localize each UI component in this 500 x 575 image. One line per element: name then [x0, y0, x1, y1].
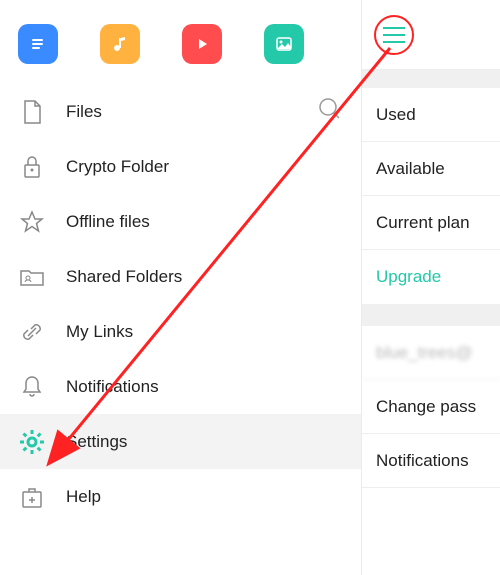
upgrade-row[interactable]: Upgrade [362, 250, 500, 304]
account-list: blue_trees@ Change pass Notifications [362, 326, 500, 488]
link-icon [18, 318, 46, 346]
used-row[interactable]: Used [362, 88, 500, 142]
menu-item-help[interactable]: Help [0, 469, 361, 524]
current-plan-row[interactable]: Current plan [362, 196, 500, 250]
sidebar: Files Crypto Folder Offline files [0, 0, 362, 575]
video-icon [192, 34, 212, 54]
documents-tile[interactable] [18, 24, 58, 64]
gear-icon [18, 428, 46, 456]
menu-item-files[interactable]: Files [0, 84, 361, 139]
menu-label: Shared Folders [66, 267, 182, 287]
menu-label: Notifications [66, 377, 159, 397]
star-icon [18, 208, 46, 236]
section-divider [362, 70, 500, 88]
shared-folder-icon [18, 263, 46, 291]
image-icon [274, 34, 294, 54]
document-icon [28, 34, 48, 54]
search-icon[interactable] [317, 96, 343, 127]
video-tile[interactable] [182, 24, 222, 64]
detail-header [362, 0, 500, 70]
menu-item-notifications[interactable]: Notifications [0, 359, 361, 414]
menu-label: Help [66, 487, 101, 507]
change-password-row[interactable]: Change pass [362, 380, 500, 434]
hamburger-menu-button[interactable] [374, 15, 414, 55]
menu-item-links[interactable]: My Links [0, 304, 361, 359]
category-icon-row [0, 0, 361, 84]
file-icon [18, 98, 46, 126]
bell-icon [18, 373, 46, 401]
account-email-row[interactable]: blue_trees@ [362, 326, 500, 380]
available-row[interactable]: Available [362, 142, 500, 196]
section-divider [362, 304, 500, 326]
images-tile[interactable] [264, 24, 304, 64]
menu-label: Offline files [66, 212, 150, 232]
lock-icon [18, 153, 46, 181]
menu-item-offline[interactable]: Offline files [0, 194, 361, 249]
notifications-setting-row[interactable]: Notifications [362, 434, 500, 488]
nav-menu: Files Crypto Folder Offline files [0, 84, 361, 524]
hamburger-icon [383, 27, 405, 29]
menu-item-shared[interactable]: Shared Folders [0, 249, 361, 304]
menu-item-crypto[interactable]: Crypto Folder [0, 139, 361, 194]
detail-panel: Used Available Current plan Upgrade blue… [362, 0, 500, 575]
menu-item-settings[interactable]: Settings [0, 414, 361, 469]
storage-info-list: Used Available Current plan Upgrade [362, 88, 500, 304]
menu-label: My Links [66, 322, 133, 342]
music-icon [110, 34, 130, 54]
music-tile[interactable] [100, 24, 140, 64]
menu-label: Settings [66, 432, 127, 452]
help-icon [18, 483, 46, 511]
menu-label: Files [66, 102, 102, 122]
menu-label: Crypto Folder [66, 157, 169, 177]
